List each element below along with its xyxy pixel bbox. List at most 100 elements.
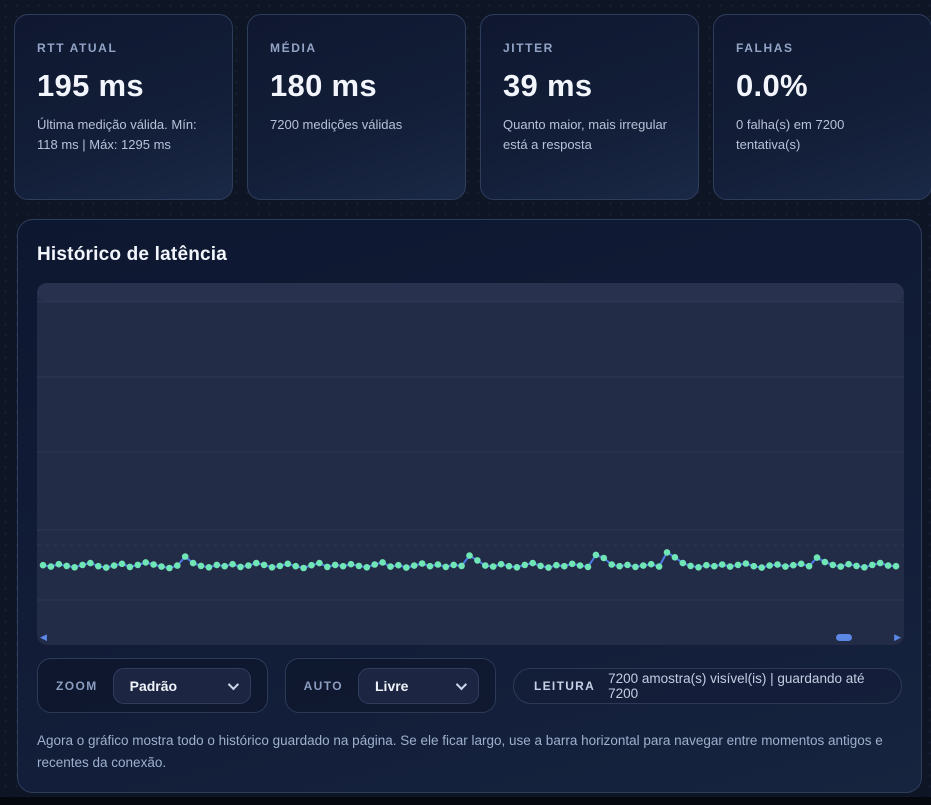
latency-data-point bbox=[608, 561, 615, 568]
chart-horizontal-scrollbar[interactable]: ◀ ▶ bbox=[37, 628, 904, 645]
latency-data-point bbox=[284, 560, 292, 568]
stat-description: Última medição válida. Mín: 118 ms | Máx… bbox=[37, 117, 197, 153]
latency-data-point bbox=[584, 563, 592, 571]
scrollbar-right-arrow-icon[interactable]: ▶ bbox=[894, 632, 901, 642]
stat-description: Quanto maior, mais irregular está a resp… bbox=[503, 117, 668, 153]
latency-data-point bbox=[134, 561, 142, 569]
stat-description: 0 falha(s) em 7200 tentativa(s) bbox=[736, 117, 845, 153]
latency-data-point bbox=[331, 561, 339, 569]
history-footnote: Agora o gráfico mostra todo o histórico … bbox=[37, 733, 883, 770]
latency-data-point bbox=[568, 560, 576, 568]
latency-data-point bbox=[450, 561, 458, 569]
latency-data-point bbox=[347, 560, 355, 568]
stat-value: 39 ms bbox=[503, 68, 593, 103]
latency-data-point bbox=[418, 560, 426, 567]
latency-data-point bbox=[711, 562, 718, 570]
latency-history-card: Histórico de latência ◀ ▶ ZOOM Padrão AU… bbox=[17, 219, 922, 793]
latency-data-point bbox=[174, 562, 181, 569]
latency-data-point bbox=[853, 562, 860, 570]
auto-select-value: Livre bbox=[375, 677, 409, 694]
latency-data-point bbox=[237, 563, 244, 571]
scrollbar-thumb[interactable] bbox=[836, 634, 852, 641]
latency-data-point bbox=[829, 561, 837, 569]
stat-card-rtt: RTT ATUAL 195 ms Última medição válida. … bbox=[14, 14, 233, 200]
latency-data-point bbox=[150, 561, 157, 568]
latency-data-point bbox=[797, 560, 805, 568]
latency-data-point bbox=[268, 564, 276, 571]
chart-controls: ZOOM Padrão AUTO Livre LEITURA 7200 amos… bbox=[37, 658, 902, 713]
latency-data-point bbox=[790, 561, 797, 569]
reading-label: LEITURA bbox=[534, 678, 596, 693]
stat-value: 180 ms bbox=[270, 68, 377, 103]
latency-data-point bbox=[197, 562, 205, 570]
scrollbar-left-arrow-icon[interactable]: ◀ bbox=[40, 632, 47, 642]
latency-data-point bbox=[663, 549, 671, 556]
latency-data-point bbox=[71, 564, 78, 571]
latency-data-point bbox=[213, 561, 221, 569]
latency-data-point bbox=[142, 559, 149, 566]
stat-description: 7200 medições válidas bbox=[270, 117, 403, 132]
latency-data-point bbox=[47, 563, 55, 570]
stat-label: FALHAS bbox=[736, 41, 794, 55]
latency-data-point bbox=[316, 559, 323, 567]
latency-data-point bbox=[442, 563, 450, 571]
stat-label: RTT ATUAL bbox=[37, 41, 118, 55]
latency-data-point bbox=[640, 562, 647, 569]
latency-data-point bbox=[861, 564, 868, 571]
latency-data-point bbox=[118, 560, 126, 568]
latency-data-point bbox=[600, 554, 608, 562]
latency-chart[interactable]: ◀ ▶ bbox=[37, 283, 904, 645]
stat-label: JITTER bbox=[503, 41, 554, 55]
chevron-down-icon bbox=[227, 678, 239, 690]
latency-data-point bbox=[221, 562, 228, 570]
latency-data-point bbox=[529, 559, 536, 567]
reading-status-pill: LEITURA 7200 amostra(s) visível(is) | gu… bbox=[513, 667, 902, 704]
latency-data-point bbox=[245, 562, 252, 569]
latency-data-point bbox=[458, 562, 465, 570]
bottom-edge-strip bbox=[0, 797, 931, 805]
latency-data-point bbox=[513, 564, 521, 571]
auto-label: AUTO bbox=[303, 678, 343, 693]
latency-data-point bbox=[624, 561, 631, 569]
latency-data-point bbox=[892, 562, 900, 570]
latency-data-point bbox=[813, 554, 821, 561]
latency-data-point bbox=[553, 561, 560, 569]
latency-data-point bbox=[355, 562, 363, 570]
latency-data-point bbox=[403, 564, 410, 571]
latency-dashboard: RTT ATUAL 195 ms Última medição válida. … bbox=[0, 0, 931, 793]
latency-data-point bbox=[576, 562, 584, 569]
latency-data-point bbox=[474, 557, 481, 564]
latency-data-point bbox=[126, 563, 134, 571]
latency-data-point bbox=[339, 562, 347, 570]
latency-data-point bbox=[758, 564, 765, 571]
stat-card-media: MÉDIA 180 ms 7200 medições válidas bbox=[247, 14, 466, 200]
latency-data-point bbox=[545, 564, 552, 571]
latency-data-point bbox=[276, 562, 284, 570]
latency-data-point bbox=[687, 562, 694, 570]
stat-label: MÉDIA bbox=[270, 41, 317, 55]
zoom-select-value: Padrão bbox=[129, 677, 178, 694]
latency-data-point bbox=[39, 561, 47, 569]
latency-data-point bbox=[497, 560, 505, 568]
latency-data-point bbox=[189, 559, 197, 567]
latency-data-point bbox=[102, 564, 110, 571]
latency-data-point bbox=[166, 564, 173, 572]
latency-data-point bbox=[395, 561, 402, 569]
latency-data-point bbox=[253, 559, 260, 567]
stat-value: 0.0% bbox=[736, 68, 808, 103]
latency-data-point bbox=[482, 562, 489, 569]
latency-data-point bbox=[260, 561, 268, 569]
latency-data-point bbox=[308, 561, 315, 569]
latency-data-point bbox=[679, 559, 687, 567]
auto-select[interactable]: Livre bbox=[358, 667, 479, 704]
latency-data-point bbox=[95, 562, 102, 570]
latency-chart-svg bbox=[37, 283, 904, 645]
stat-value: 195 ms bbox=[37, 68, 144, 103]
latency-data-point bbox=[561, 562, 568, 570]
latency-data-point bbox=[695, 564, 702, 571]
latency-data-point bbox=[110, 562, 118, 569]
latency-data-point bbox=[489, 563, 497, 570]
latency-data-point bbox=[655, 563, 663, 570]
latency-data-point bbox=[703, 561, 710, 569]
zoom-select[interactable]: Padrão bbox=[112, 667, 251, 704]
